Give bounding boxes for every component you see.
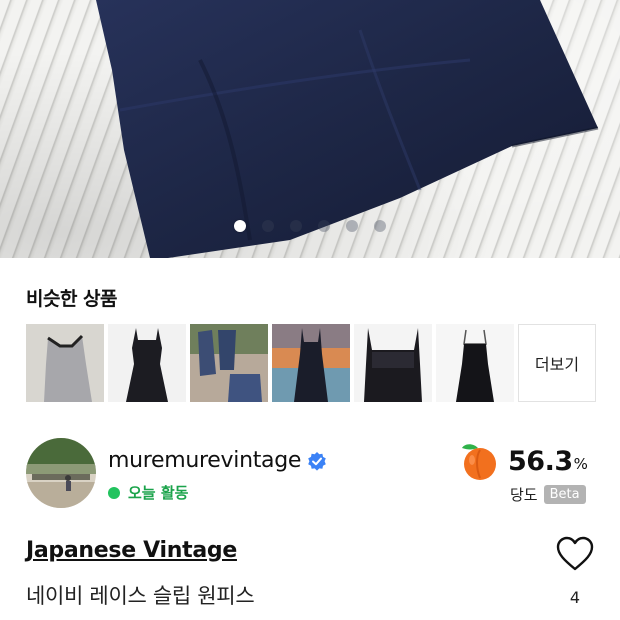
sweetness-score[interactable]: 56.3 % — [458, 440, 588, 482]
seller-name-row[interactable]: muremurevintage — [108, 448, 327, 473]
similar-product-thumbnail[interactable] — [436, 324, 514, 402]
heart-icon[interactable] — [556, 536, 594, 572]
similar-product-thumbnail[interactable] — [26, 324, 104, 402]
beach-dress-thumbnail — [272, 324, 350, 402]
product-title: 네이비 레이스 슬립 원피스 — [26, 584, 255, 608]
similar-product-thumbnail[interactable] — [190, 324, 268, 402]
carousel-dot[interactable] — [346, 220, 358, 232]
carousel-dot[interactable] — [318, 220, 330, 232]
score-label: 당도 — [510, 486, 538, 504]
carousel-dot[interactable] — [290, 220, 302, 232]
black-sleeveless-dress-thumbnail — [108, 324, 186, 402]
gray-slip-dress-thumbnail — [26, 324, 104, 402]
seller-name: muremurevintage — [108, 448, 302, 473]
black-lace-dress-thumbnail — [354, 324, 432, 402]
similar-product-thumbnail[interactable] — [354, 324, 432, 402]
denim-clothes-thumbnail — [190, 324, 268, 402]
score-label-row: 당도 Beta — [510, 484, 586, 505]
similar-product-thumbnail[interactable] — [272, 324, 350, 402]
similar-products-list: 더보기 — [26, 324, 596, 402]
like-count: 4 — [569, 588, 581, 607]
black-slip-dress-thumbnail — [436, 324, 514, 402]
verified-badge-icon — [308, 451, 326, 471]
similar-product-thumbnail[interactable] — [108, 324, 186, 402]
beta-badge: Beta — [543, 485, 586, 504]
seller-avatar[interactable] — [26, 438, 96, 508]
activity-label: 오늘 활동 — [128, 484, 189, 502]
carousel-indicator[interactable] — [0, 220, 620, 234]
carousel-dot[interactable] — [234, 220, 246, 232]
carousel-dot[interactable] — [262, 220, 274, 232]
score-unit: % — [573, 455, 588, 473]
score-value: 56.3 — [508, 445, 573, 477]
online-status-dot — [108, 486, 120, 499]
brand-link[interactable]: Japanese Vintage — [26, 538, 237, 563]
carousel-dot[interactable] — [374, 220, 386, 232]
more-similar-button[interactable]: 더보기 — [518, 324, 596, 402]
product-photo[interactable] — [0, 0, 620, 258]
peach-icon — [462, 444, 496, 480]
similar-products-title: 비슷한 상품 — [26, 288, 118, 310]
avatar-image — [26, 438, 96, 508]
seller-activity-status: 오늘 활동 — [108, 482, 188, 503]
